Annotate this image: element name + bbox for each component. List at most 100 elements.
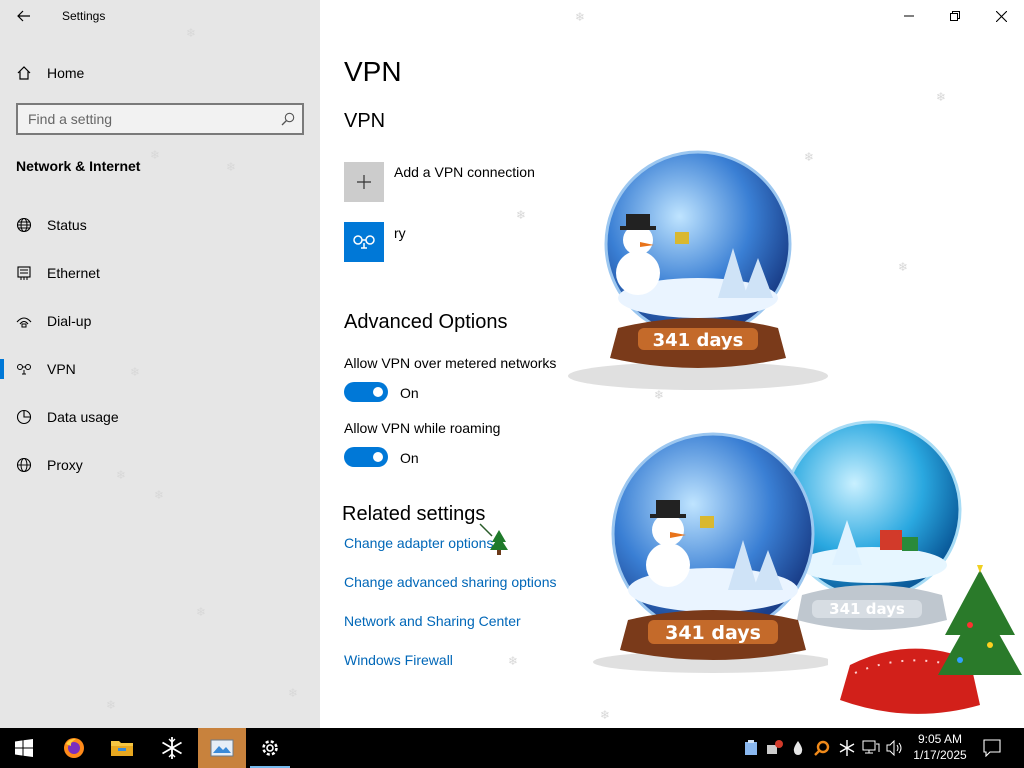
- sidebar-item-ethernet[interactable]: Ethernet: [0, 253, 320, 293]
- clock-date: 1/17/2025: [913, 748, 967, 762]
- home-nav-item[interactable]: Home: [0, 57, 320, 89]
- network-tool-icon[interactable]: [766, 739, 784, 757]
- sidebar-item-label: Ethernet: [47, 265, 100, 281]
- roaming-state: On: [400, 450, 419, 466]
- taskbar-file-explorer[interactable]: [98, 728, 146, 768]
- vpn-icon: [17, 364, 31, 375]
- drop-icon[interactable]: [792, 740, 804, 756]
- snow-globe-decoration: 341 days: [593, 432, 828, 673]
- sidebar-item-status[interactable]: Status: [0, 205, 320, 245]
- sidebar-item-label: VPN: [47, 361, 76, 377]
- ethernet-icon: [17, 266, 31, 280]
- snowflake-decoration: ❄: [196, 605, 207, 619]
- vpn-heading: VPN: [344, 110, 386, 132]
- taskbar: 9:05 AM 1/17/2025: [0, 728, 1024, 768]
- app-title: Settings: [62, 9, 106, 23]
- sidebar-item-proxy[interactable]: Proxy: [0, 445, 320, 485]
- sidebar-item-label: Dial-up: [47, 313, 92, 329]
- minimize-button[interactable]: [886, 0, 932, 32]
- add-vpn-label[interactable]: Add a VPN connection: [394, 164, 535, 180]
- snowflake-decoration: ❄: [898, 260, 909, 274]
- snowflake-decoration: ❄: [508, 654, 519, 668]
- data-usage-icon: [16, 409, 32, 425]
- metered-toggle[interactable]: [344, 382, 388, 402]
- restore-button[interactable]: [932, 0, 978, 32]
- change-adapter-options-link[interactable]: Change adapter options: [344, 535, 493, 551]
- window-controls: [886, 0, 1024, 32]
- snowflake-tray-icon[interactable]: [838, 739, 856, 757]
- snowflake-decoration: ❄: [575, 10, 586, 24]
- vpn-connection-icon: [353, 235, 375, 249]
- snowflake-decoration: ❄: [288, 686, 299, 700]
- toggle-knob: [373, 387, 383, 397]
- back-arrow-icon: [17, 10, 30, 22]
- taskbar-settings[interactable]: [246, 728, 294, 768]
- sidebar-item-vpn[interactable]: VPN: [0, 349, 320, 389]
- close-button[interactable]: [978, 0, 1024, 32]
- sidebar-item-label: Status: [47, 217, 87, 233]
- snowflake-decoration: ❄: [226, 160, 237, 174]
- snowflake-decoration: ❄: [804, 150, 815, 164]
- sidebar-item-dialup[interactable]: Dial-up: [0, 301, 320, 341]
- clipboard-icon[interactable]: [744, 740, 758, 756]
- section-title: Network & Internet: [16, 158, 141, 174]
- notifications-icon[interactable]: [983, 739, 1001, 757]
- close-icon: [995, 10, 1007, 22]
- taskbar-firefox[interactable]: [50, 728, 98, 768]
- related-settings-heading: Related settings: [342, 503, 486, 525]
- windows-firewall-link[interactable]: Windows Firewall: [344, 652, 453, 668]
- snowflake-decoration: ❄: [154, 488, 165, 502]
- start-button[interactable]: [0, 728, 48, 768]
- sidebar-item-label: Proxy: [47, 457, 83, 473]
- vpn-connection-name[interactable]: ry: [394, 225, 406, 241]
- snowflake-decoration: ❄: [936, 90, 947, 104]
- volume-icon[interactable]: [886, 740, 904, 756]
- clock-time: 9:05 AM: [917, 732, 963, 746]
- snowflake-decoration: ❄: [516, 208, 527, 222]
- tree-cursor-decoration: [479, 523, 508, 555]
- firefox-icon: [64, 738, 84, 758]
- snowflake-decoration: ❄: [186, 26, 197, 40]
- main-content: VPN VPN Add a VPN connection ry Advanced…: [320, 0, 1024, 728]
- roaming-label: Allow VPN while roaming: [344, 420, 501, 436]
- title-bar: Settings: [0, 0, 320, 32]
- minimize-icon: [904, 15, 914, 17]
- snowflake-decoration: ❄: [106, 698, 117, 712]
- snowflake-decoration: ❄: [600, 708, 611, 722]
- active-indicator: [0, 359, 4, 379]
- search-box[interactable]: [16, 103, 304, 135]
- plus-icon: [357, 175, 371, 189]
- home-label: Home: [47, 65, 85, 81]
- restore-icon: [950, 11, 960, 21]
- back-button[interactable]: [8, 4, 40, 28]
- metered-label: Allow VPN over metered networks: [344, 355, 557, 371]
- snowflake-app-icon: [162, 737, 182, 759]
- globe-icon: [16, 217, 32, 233]
- taskbar-snowflake-app[interactable]: [148, 728, 196, 768]
- sidebar-item-data-usage[interactable]: Data usage: [0, 397, 320, 437]
- snowflake-decoration: ❄: [130, 365, 141, 379]
- network-icon[interactable]: [862, 740, 880, 756]
- toggle-knob: [373, 452, 383, 462]
- start-icon: [15, 739, 33, 757]
- change-advanced-sharing-link[interactable]: Change advanced sharing options: [344, 574, 557, 590]
- search-tool-icon[interactable]: [814, 740, 830, 756]
- snowflake-decoration: ❄: [116, 468, 127, 482]
- network-sharing-center-link[interactable]: Network and Sharing Center: [344, 613, 521, 629]
- sidebar: Settings Home Network & Internet Status …: [0, 0, 320, 728]
- vpn-connection-ry[interactable]: [344, 222, 384, 262]
- clock[interactable]: 9:05 AM 1/17/2025: [905, 731, 975, 763]
- sidebar-item-label: Data usage: [47, 409, 119, 425]
- roaming-toggle[interactable]: [344, 447, 388, 467]
- settings-gear-icon: [262, 740, 278, 756]
- taskbar-image-viewer[interactable]: [198, 728, 246, 768]
- search-input[interactable]: [18, 105, 268, 133]
- snowflake-decoration: ❄: [150, 148, 161, 162]
- page-title: VPN: [344, 56, 402, 87]
- snow-globe-decoration: 341 days: [568, 150, 828, 390]
- dialup-icon: [16, 317, 32, 328]
- advanced-options-heading: Advanced Options: [344, 311, 508, 333]
- search-icon[interactable]: [280, 111, 296, 127]
- add-vpn-button[interactable]: [344, 162, 384, 202]
- image-viewer-icon: [210, 739, 234, 757]
